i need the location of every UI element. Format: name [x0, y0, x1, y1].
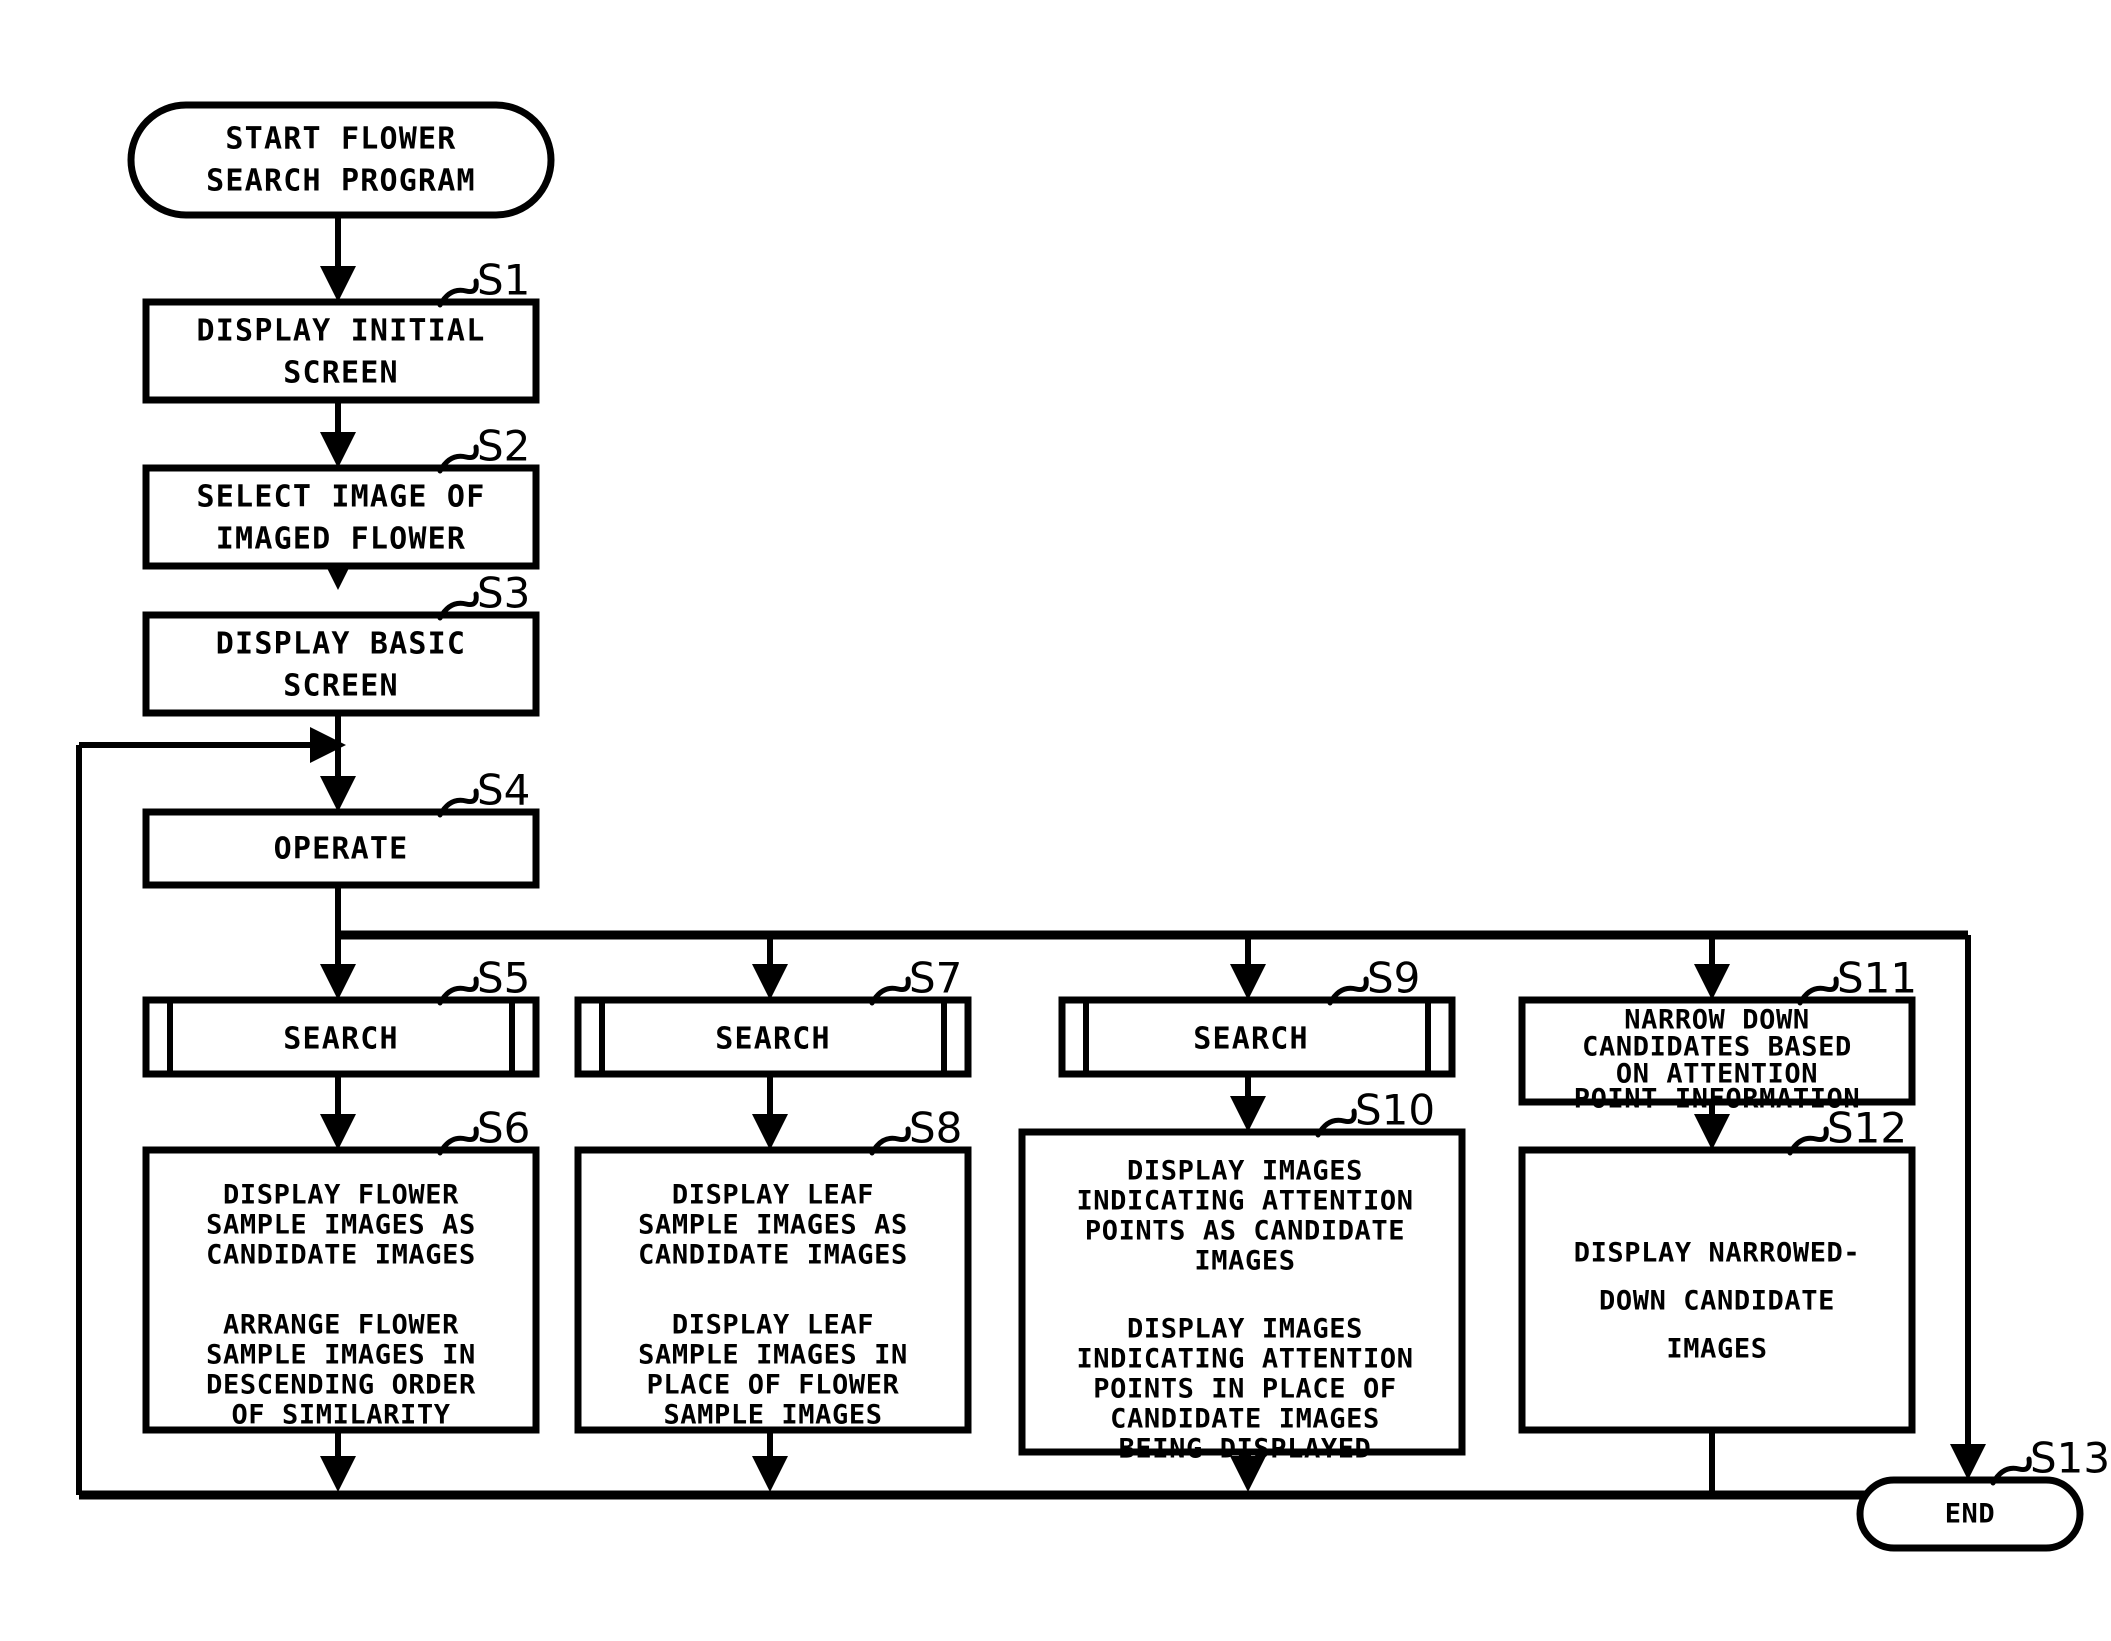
s6-line-5: ARRANGE FLOWER — [223, 1310, 459, 1341]
arrowhead-bus-to-s7 — [752, 964, 788, 1000]
arrowhead-s6-to-return-bus — [320, 1456, 356, 1492]
node-s10[interactable]: DISPLAY IMAGES INDICATING ATTENTION POIN… — [1018, 1128, 1466, 1465]
s10-line-3: POINTS AS CANDIDATE — [1085, 1216, 1405, 1247]
s8-line-6: SAMPLE IMAGES IN — [638, 1340, 908, 1371]
node-s6[interactable]: DISPLAY FLOWER SAMPLE IMAGES AS CANDIDAT… — [142, 1146, 540, 1434]
s8-line-3: CANDIDATE IMAGES — [638, 1240, 908, 1271]
s2-line-2: IMAGED FLOWER — [216, 522, 466, 557]
node-start[interactable]: START FLOWER SEARCH PROGRAM — [127, 101, 555, 219]
s12-line-1: DISPLAY NARROWED- — [1574, 1238, 1861, 1269]
s10-line-9: CANDIDATE IMAGES — [1110, 1404, 1380, 1435]
node-s7[interactable]: SEARCH — [574, 996, 972, 1078]
arrowhead-s3-to-s4 — [320, 776, 356, 812]
step-label-s10: S10 — [1355, 1086, 1435, 1135]
flowchart-canvas: START FLOWER SEARCH PROGRAM DISPLAY INIT… — [76, 101, 2110, 1552]
s12-line-3: IMAGES — [1666, 1334, 1767, 1365]
s10-line-7: INDICATING ATTENTION — [1076, 1344, 1413, 1375]
s10-line-1: DISPLAY IMAGES — [1127, 1156, 1363, 1187]
s1-line-1: DISPLAY INITIAL — [197, 314, 486, 349]
arrowhead-bus-to-s5 — [320, 964, 356, 1000]
step-label-s11: S11 — [1837, 954, 1917, 1003]
s10-line-6: DISPLAY IMAGES — [1127, 1314, 1363, 1345]
step-label-s2: S2 — [477, 422, 530, 471]
s3-line-1: DISPLAY BASIC — [216, 627, 466, 662]
node-s9[interactable]: SEARCH — [1058, 996, 1456, 1078]
step-label-s1: S1 — [477, 256, 530, 305]
s5-line-1: SEARCH — [283, 1022, 399, 1057]
arrowhead-s7-to-s8 — [752, 1114, 788, 1150]
step-label-s6: S6 — [477, 1104, 530, 1153]
s3-line-2: SCREEN — [283, 669, 399, 704]
arrowhead-bus-to-s9 — [1230, 964, 1266, 1000]
s10-line-4: IMAGES — [1194, 1246, 1295, 1277]
s6-line-7: DESCENDING ORDER — [206, 1370, 476, 1401]
step-label-s7: S7 — [909, 954, 962, 1003]
s7-line-1: SEARCH — [715, 1022, 831, 1057]
step-label-s8: S8 — [909, 1104, 962, 1153]
arrowhead-s9-to-s10 — [1230, 1096, 1266, 1132]
start-line-2: SEARCH PROGRAM — [206, 164, 476, 199]
arrowhead-s1-to-s2 — [320, 432, 356, 468]
s11-line-4: POINT INFORMATION — [1574, 1084, 1861, 1115]
s8-line-1: DISPLAY LEAF — [672, 1180, 874, 1211]
step-label-s9: S9 — [1367, 954, 1420, 1003]
s6-line-2: SAMPLE IMAGES AS — [206, 1210, 476, 1241]
node-s5[interactable]: SEARCH — [142, 996, 540, 1078]
s6-line-8: OF SIMILARITY — [231, 1400, 450, 1431]
step-label-s13: S13 — [2030, 1434, 2110, 1483]
node-s8[interactable]: DISPLAY LEAF SAMPLE IMAGES AS CANDIDATE … — [574, 1146, 972, 1434]
s8-line-8: SAMPLE IMAGES — [663, 1400, 882, 1431]
s6-line-3: CANDIDATE IMAGES — [206, 1240, 476, 1271]
s10-line-2: INDICATING ATTENTION — [1076, 1186, 1413, 1217]
step-label-s4: S4 — [477, 766, 530, 815]
arrowhead-start-to-s1 — [320, 266, 356, 302]
s1-line-2: SCREEN — [283, 356, 399, 391]
node-s12[interactable]: DISPLAY NARROWED- DOWN CANDIDATE IMAGES — [1518, 1146, 1916, 1434]
start-line-1: START FLOWER — [225, 122, 456, 157]
arrowhead-s5-to-s6 — [320, 1114, 356, 1150]
node-s2[interactable]: SELECT IMAGE OF IMAGED FLOWER — [142, 464, 540, 570]
arrowhead-to-end — [1950, 1444, 1986, 1480]
arrowhead-s11-to-s12 — [1694, 1114, 1730, 1150]
s8-line-5: DISPLAY LEAF — [672, 1310, 874, 1341]
s8-line-2: SAMPLE IMAGES AS — [638, 1210, 908, 1241]
step-label-s3: S3 — [477, 569, 530, 618]
arrowhead-s8-to-return-bus — [752, 1456, 788, 1492]
arrowhead-bus-to-s11 — [1694, 964, 1730, 1000]
step-label-s5: S5 — [477, 954, 530, 1003]
node-s11[interactable]: NARROW DOWN CANDIDATES BASED ON ATTENTIO… — [1518, 996, 1916, 1115]
node-end[interactable]: END — [1856, 1476, 2084, 1552]
s12-line-2: DOWN CANDIDATE — [1599, 1286, 1835, 1317]
s10-line-8: POINTS IN PLACE OF — [1093, 1374, 1396, 1405]
end-line-1: END — [1945, 1499, 1996, 1530]
s2-line-1: SELECT IMAGE OF — [197, 480, 486, 515]
s10-line-10: BEING DISPLAYED — [1119, 1434, 1372, 1465]
s6-line-6: SAMPLE IMAGES IN — [206, 1340, 476, 1371]
s4-line-1: OPERATE — [274, 832, 409, 867]
step-label-s12: S12 — [1827, 1104, 1907, 1153]
s8-line-7: PLACE OF FLOWER — [647, 1370, 900, 1401]
s9-line-1: SEARCH — [1193, 1022, 1309, 1057]
flowchart-page: START FLOWER SEARCH PROGRAM DISPLAY INIT… — [0, 0, 2111, 1641]
node-s3[interactable]: DISPLAY BASIC SCREEN — [142, 611, 540, 717]
s6-line-1: DISPLAY FLOWER — [223, 1180, 459, 1211]
node-s1[interactable]: DISPLAY INITIAL SCREEN — [142, 298, 540, 404]
node-s4[interactable]: OPERATE — [142, 808, 540, 889]
